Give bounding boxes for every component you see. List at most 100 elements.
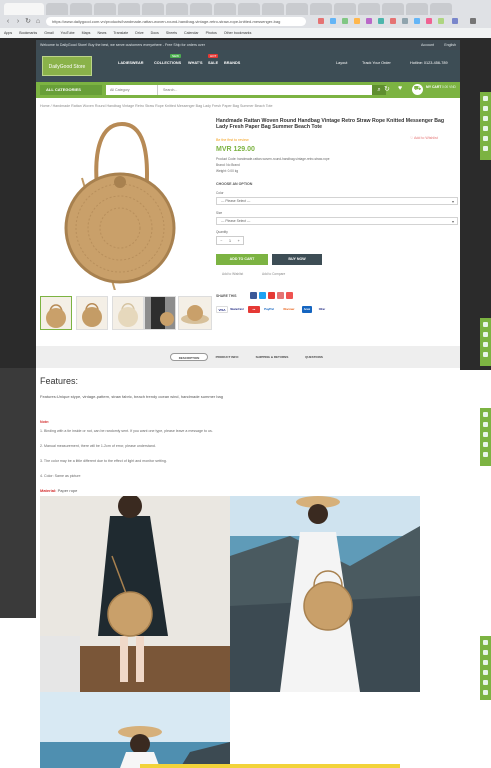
extension-icon[interactable] xyxy=(402,18,408,24)
menu-icon[interactable] xyxy=(470,18,476,24)
product-thumbnail[interactable] xyxy=(112,296,144,330)
facebook-icon[interactable] xyxy=(250,292,257,299)
bookmark-item[interactable]: Sheets xyxy=(166,31,177,35)
minus-icon[interactable]: − xyxy=(220,237,222,244)
search-category-select[interactable]: All Category xyxy=(106,85,158,95)
hotline-link[interactable]: Hotline: 0123-456-789 xyxy=(410,61,448,65)
browser-tab[interactable] xyxy=(262,3,284,15)
profile-icon[interactable] xyxy=(452,18,458,24)
google-plus-icon[interactable] xyxy=(277,292,284,299)
sidebar-icon[interactable] xyxy=(483,136,488,141)
browser-tab[interactable] xyxy=(166,3,188,15)
cart-icon[interactable]: ⛟ xyxy=(412,84,423,95)
add-compare-link[interactable]: Add to Compare xyxy=(262,272,285,276)
bookmark-item[interactable]: Gmail xyxy=(44,31,53,35)
sidebar-icon[interactable] xyxy=(483,96,488,101)
wishlist-link[interactable]: ♡ Add to Wishlist xyxy=(410,136,438,140)
browser-tab[interactable] xyxy=(94,3,116,15)
sidebar-icon[interactable] xyxy=(483,432,488,437)
breadcrumb[interactable]: Home / Handmade Rattan Woven Round Handb… xyxy=(40,104,273,108)
sidebar-icon[interactable] xyxy=(483,650,488,655)
extension-icon[interactable] xyxy=(366,18,372,24)
browser-tab[interactable] xyxy=(382,3,404,15)
back-icon[interactable]: ‹ xyxy=(4,17,12,26)
sidebar-icon[interactable] xyxy=(483,342,488,347)
sidebar-icon[interactable] xyxy=(483,322,488,327)
quantity-value[interactable]: 1 xyxy=(229,237,231,244)
home-icon[interactable]: ⌂ xyxy=(34,17,42,26)
menu-item[interactable]: COLLECTIONS xyxy=(154,61,181,65)
tab-questions[interactable]: QUESTIONS xyxy=(298,353,330,361)
layout-link[interactable]: Layout xyxy=(336,61,347,65)
browser-tab[interactable] xyxy=(430,3,452,15)
browser-tab[interactable] xyxy=(286,3,308,15)
menu-item[interactable]: BRANDS xyxy=(224,61,240,65)
product-thumbnail[interactable] xyxy=(76,296,108,330)
bookmark-item[interactable]: Other bookmarks xyxy=(224,31,252,35)
add-to-cart-button[interactable]: ADD TO CART xyxy=(216,254,268,265)
browser-tab[interactable] xyxy=(190,3,212,15)
browser-tab[interactable] xyxy=(406,3,428,15)
account-link[interactable]: Account xyxy=(421,40,434,50)
bookmark-item[interactable]: Apps xyxy=(4,31,12,35)
sidebar-icon[interactable] xyxy=(483,352,488,357)
extension-icon[interactable] xyxy=(354,18,360,24)
product-thumbnail[interactable] xyxy=(40,296,72,330)
extension-icon[interactable] xyxy=(426,18,432,24)
extension-icon[interactable] xyxy=(390,18,396,24)
product-thumbnail[interactable] xyxy=(178,296,212,330)
bookmark-item[interactable]: Calendar xyxy=(184,31,199,35)
pinterest-icon[interactable] xyxy=(268,292,275,299)
sidebar-icon[interactable] xyxy=(483,422,488,427)
browser-tab[interactable] xyxy=(70,3,92,15)
sidebar-icon[interactable] xyxy=(483,660,488,665)
menu-item[interactable]: LADIESWEAR xyxy=(118,61,144,65)
menu-item[interactable]: WHAT'S xyxy=(188,61,203,65)
bookmark-item[interactable]: Maps xyxy=(82,31,91,35)
tab-shipping[interactable]: SHIPPING & RETURNS xyxy=(248,353,296,361)
product-thumbnail[interactable] xyxy=(144,296,176,330)
extension-icon[interactable] xyxy=(438,18,444,24)
browser-tab[interactable] xyxy=(142,3,164,15)
tab-product-info[interactable]: PRODUCT INFO xyxy=(210,353,244,361)
bookmark-item[interactable]: Photos xyxy=(206,31,217,35)
browser-tab[interactable] xyxy=(214,3,236,15)
sidebar-icon[interactable] xyxy=(483,690,488,695)
sidebar-icon[interactable] xyxy=(483,670,488,675)
site-logo[interactable]: DailyGood Store xyxy=(42,56,92,76)
browser-tab-active[interactable] xyxy=(4,3,44,15)
refresh-icon[interactable]: ↻ xyxy=(384,85,390,93)
browser-tab[interactable] xyxy=(238,3,260,15)
tab-description[interactable]: DESCRIPTION xyxy=(170,353,208,361)
sidebar-icon[interactable] xyxy=(483,640,488,645)
color-select[interactable]: --- Please Select --- ▾ xyxy=(216,197,458,205)
extension-icon[interactable] xyxy=(378,18,384,24)
cart-label[interactable]: MY CART xyxy=(426,85,441,89)
bookmark-item[interactable]: Drive xyxy=(135,31,143,35)
buy-now-button[interactable]: BUY NOW xyxy=(272,254,322,265)
bookmark-item[interactable]: News xyxy=(97,31,106,35)
quantity-stepper[interactable]: − 1 + xyxy=(216,236,244,245)
sidebar-icon[interactable] xyxy=(483,332,488,337)
browser-tab[interactable] xyxy=(358,3,380,15)
browser-tab[interactable] xyxy=(46,3,68,15)
extension-icon[interactable] xyxy=(414,18,420,24)
heart-icon[interactable]: ♥ xyxy=(398,85,402,92)
browser-tab[interactable] xyxy=(118,3,140,15)
product-main-image[interactable] xyxy=(62,118,177,290)
email-icon[interactable] xyxy=(286,292,293,299)
browser-tab[interactable] xyxy=(310,3,332,15)
track-order-link[interactable]: Track Your Order xyxy=(362,61,391,65)
bookmark-item[interactable]: Translate xyxy=(113,31,128,35)
extension-icon[interactable] xyxy=(318,18,324,24)
plus-icon[interactable]: + xyxy=(238,237,240,244)
sidebar-icon[interactable] xyxy=(483,452,488,457)
bookmark-item[interactable]: Bookmarks xyxy=(19,31,37,35)
sidebar-icon[interactable] xyxy=(483,116,488,121)
address-bar[interactable]: https://www.dailygood.com.vn/products/ha… xyxy=(46,17,306,26)
bookmark-item[interactable]: Docs xyxy=(151,31,159,35)
sidebar-icon[interactable] xyxy=(483,442,488,447)
menu-item[interactable]: SALE xyxy=(208,61,218,65)
twitter-icon[interactable] xyxy=(259,292,266,299)
all-categories-button[interactable]: ALL CATEGORIES xyxy=(40,85,102,95)
